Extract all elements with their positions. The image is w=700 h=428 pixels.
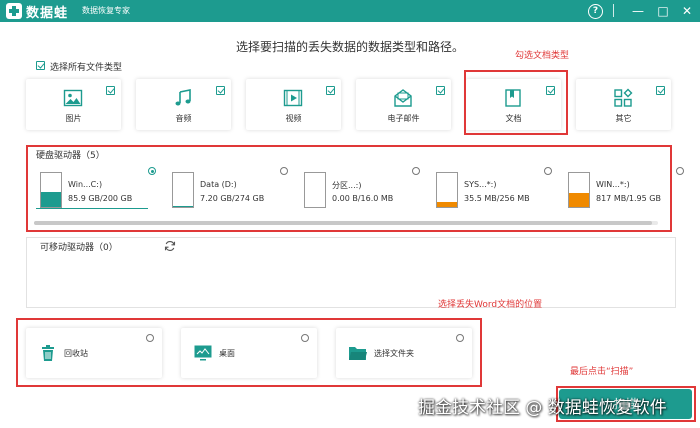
drive-size: 7.20 GB/274 GB	[200, 194, 265, 203]
drives-horizontal-scrollbar[interactable]	[34, 221, 658, 225]
drive-size: 0.00 B/16.0 MB	[332, 194, 394, 203]
titlebar-separator	[613, 4, 614, 17]
type-label-other: 其它	[615, 114, 632, 123]
folder-icon	[349, 347, 367, 360]
drive-radio[interactable]	[544, 167, 552, 175]
type-label-video: 视频	[285, 114, 302, 123]
note-location: 选择丢失Word文档的位置	[438, 300, 543, 310]
location-radio[interactable]	[146, 334, 154, 342]
location-radio[interactable]	[456, 334, 464, 342]
type-checkbox-other[interactable]	[656, 86, 665, 95]
note-doc-type: 勾选文档类型	[515, 51, 570, 61]
help-button[interactable]: ?	[588, 4, 603, 19]
drive-icon	[436, 172, 458, 208]
type-checkbox-video[interactable]	[326, 86, 335, 95]
location-recycle-bin[interactable]: 回收站	[26, 328, 162, 378]
drive-name: 分区...:)	[332, 181, 362, 190]
type-label-document: 文档	[505, 114, 522, 123]
document-icon	[505, 89, 521, 107]
drive-item[interactable]: Win...C:) 85.9 GB/200 GB	[36, 167, 166, 212]
app-subtitle: 数据恢复专家	[82, 6, 130, 15]
type-checkbox-image[interactable]	[106, 86, 115, 95]
type-label-image: 图片	[65, 114, 82, 123]
drive-usage-fill	[173, 205, 193, 207]
location-label: 选择文件夹	[374, 349, 414, 358]
maximize-button[interactable]: □	[655, 3, 671, 19]
select-all-label: 选择所有文件类型	[50, 63, 123, 73]
type-card-audio[interactable]: 音频	[136, 79, 231, 130]
location-choose-folder[interactable]: 选择文件夹	[336, 328, 472, 378]
app-logo-icon	[6, 3, 22, 19]
drive-item[interactable]: Data (D:) 7.20 GB/274 GB	[168, 167, 298, 212]
watermark-text: 掘金技术社区 @ 数据蛙恢复软件	[418, 398, 667, 418]
email-icon	[394, 89, 412, 107]
music-icon	[175, 89, 191, 106]
drive-item[interactable]: WIN...*:) 817 MB/1.95 GB	[564, 167, 694, 212]
minimize-button[interactable]: —	[630, 3, 646, 19]
drive-usage-fill	[41, 192, 61, 207]
type-card-video[interactable]: 视频	[246, 79, 341, 130]
drive-name: WIN...*:)	[596, 180, 630, 189]
drive-usage-fill	[569, 192, 589, 207]
drive-radio[interactable]	[412, 167, 420, 175]
hard-drives-title: 硬盘驱动器（5）	[36, 151, 105, 161]
drive-size: 35.5 MB/256 MB	[464, 194, 530, 203]
drive-radio[interactable]	[148, 167, 156, 175]
other-icon	[614, 88, 633, 107]
drive-icon	[40, 172, 62, 208]
type-card-email[interactable]: 电子邮件	[356, 79, 451, 130]
type-checkbox-email[interactable]	[436, 86, 445, 95]
image-icon	[63, 89, 83, 107]
drive-name: SYS...*:)	[464, 180, 497, 189]
close-button[interactable]: ✕	[679, 3, 695, 19]
selected-drive-underline	[36, 208, 148, 209]
drive-radio[interactable]	[676, 167, 684, 175]
type-card-other[interactable]: 其它	[576, 79, 671, 130]
type-checkbox-document[interactable]	[546, 86, 555, 95]
title-bar: 数据蛙 数据恢复专家 ? — □ ✕	[0, 0, 700, 22]
location-desktop[interactable]: 桌面	[181, 328, 317, 378]
removable-drives-title: 可移动驱动器（0）	[40, 243, 118, 253]
video-icon	[283, 89, 303, 107]
type-label-email: 电子邮件	[387, 114, 420, 123]
location-label: 桌面	[219, 349, 235, 358]
drive-name: Win...C:)	[68, 180, 103, 189]
type-checkbox-audio[interactable]	[216, 86, 225, 95]
drive-size: 817 MB/1.95 GB	[596, 194, 661, 203]
select-all-checkbox[interactable]	[36, 61, 45, 70]
refresh-icon[interactable]	[164, 240, 176, 252]
page-heading: 选择要扫描的丢失数据的数据类型和路径。	[235, 40, 464, 54]
drive-item[interactable]: SYS...*:) 35.5 MB/256 MB	[432, 167, 562, 212]
app-brand: 数据蛙	[26, 6, 69, 21]
drive-icon	[568, 172, 590, 208]
recycle-bin-icon	[42, 345, 54, 361]
drive-size: 85.9 GB/200 GB	[68, 194, 133, 203]
scrollbar-thumb[interactable]	[34, 221, 652, 225]
location-label: 回收站	[64, 349, 88, 358]
location-radio[interactable]	[301, 334, 309, 342]
desktop-icon	[194, 345, 212, 361]
type-card-image[interactable]: 图片	[26, 79, 121, 130]
drive-usage-fill	[437, 202, 457, 207]
note-scan: 最后点击“扫描”	[570, 367, 634, 377]
type-label-audio: 音频	[175, 114, 192, 123]
drive-radio[interactable]	[280, 167, 288, 175]
drive-icon	[304, 172, 326, 208]
removable-drives-panel	[26, 237, 676, 308]
drive-icon	[172, 172, 194, 208]
drive-name: Data (D:)	[200, 180, 237, 189]
drive-item[interactable]: 分区...:) 0.00 B/16.0 MB	[300, 167, 430, 212]
type-card-document[interactable]: 文档	[466, 79, 561, 130]
